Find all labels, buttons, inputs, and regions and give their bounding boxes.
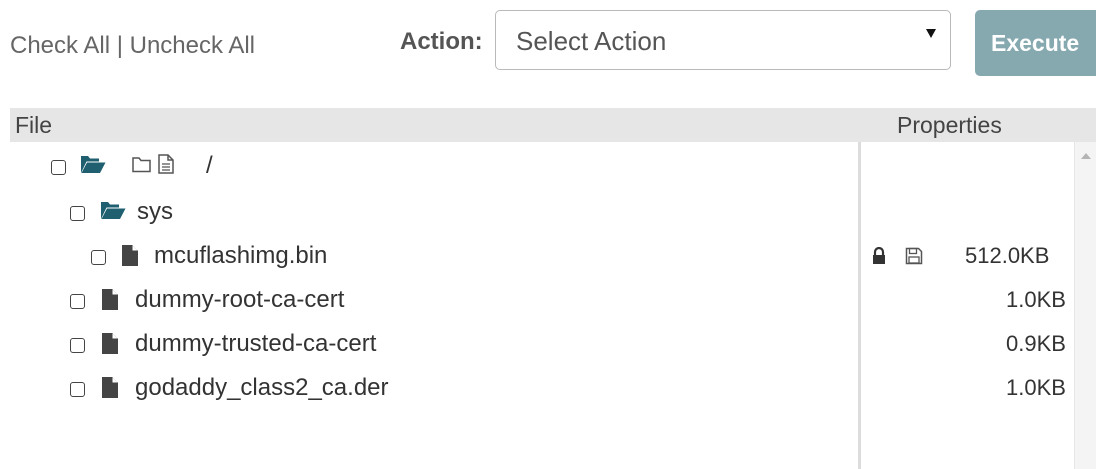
check-separator: | xyxy=(116,32,123,59)
folder-open-icon xyxy=(101,202,126,219)
action-select-value: Select Action xyxy=(516,26,667,56)
file-checkbox[interactable] xyxy=(70,338,85,353)
file-name[interactable]: dummy-root-ca-cert xyxy=(135,286,344,314)
file-manager: Check All | Uncheck All Action: Select A… xyxy=(0,0,1096,469)
sys-checkbox[interactable] xyxy=(70,206,85,221)
check-links: Check All | Uncheck All xyxy=(10,32,255,60)
file-name[interactable]: mcuflashimg.bin xyxy=(154,242,327,270)
file-icon xyxy=(102,289,118,310)
caret-down-icon xyxy=(926,29,936,38)
tree-row-file[interactable]: dummy-trusted-ca-cert 0.9KB xyxy=(0,326,1074,362)
file-size: 512.0KB xyxy=(965,243,1050,268)
file-name[interactable]: dummy-trusted-ca-cert xyxy=(135,330,376,358)
uncheck-all-link[interactable]: Uncheck All xyxy=(130,32,255,59)
scroll-up-arrow-icon[interactable] xyxy=(1081,153,1091,159)
action-label: Action: xyxy=(400,28,483,55)
file-icon xyxy=(102,333,118,354)
file-name[interactable]: godaddy_class2_ca.der xyxy=(135,374,389,402)
check-all-link[interactable]: Check All xyxy=(10,32,110,59)
file-size: 1.0KB xyxy=(1006,375,1066,400)
file-icon xyxy=(122,245,138,266)
tree-row-file[interactable]: dummy-root-ca-cert 1.0KB xyxy=(0,282,1074,318)
root-path-label: / xyxy=(206,152,213,179)
execute-button[interactable]: Execute xyxy=(975,10,1096,76)
root-checkbox[interactable] xyxy=(51,160,66,175)
folder-open-icon xyxy=(81,156,106,173)
lock-icon xyxy=(873,247,885,264)
file-size: 1.0KB xyxy=(1006,287,1066,312)
new-file-icon[interactable] xyxy=(156,153,176,175)
file-icon xyxy=(102,377,118,398)
tree-row-file[interactable]: godaddy_class2_ca.der 1.0KB xyxy=(0,370,1074,406)
scrollbar[interactable] xyxy=(1074,142,1096,469)
save-icon xyxy=(905,247,923,265)
tree-row-file[interactable]: mcuflashimg.bin 512.0KB xyxy=(0,238,1074,274)
sys-folder-name[interactable]: sys xyxy=(137,198,173,226)
column-header-file: File xyxy=(15,112,53,138)
file-checkbox[interactable] xyxy=(91,250,106,265)
tree-row-root[interactable]: / xyxy=(0,148,858,184)
action-select[interactable]: Select Action xyxy=(495,10,951,70)
tree-row-sys[interactable]: sys xyxy=(0,194,858,230)
file-checkbox[interactable] xyxy=(70,382,85,397)
new-folder-icon[interactable] xyxy=(131,153,153,175)
column-header-properties: Properties xyxy=(897,112,1002,138)
file-size: 0.9KB xyxy=(1006,331,1066,356)
table-header: File Properties xyxy=(10,108,1096,142)
file-checkbox[interactable] xyxy=(70,294,85,309)
